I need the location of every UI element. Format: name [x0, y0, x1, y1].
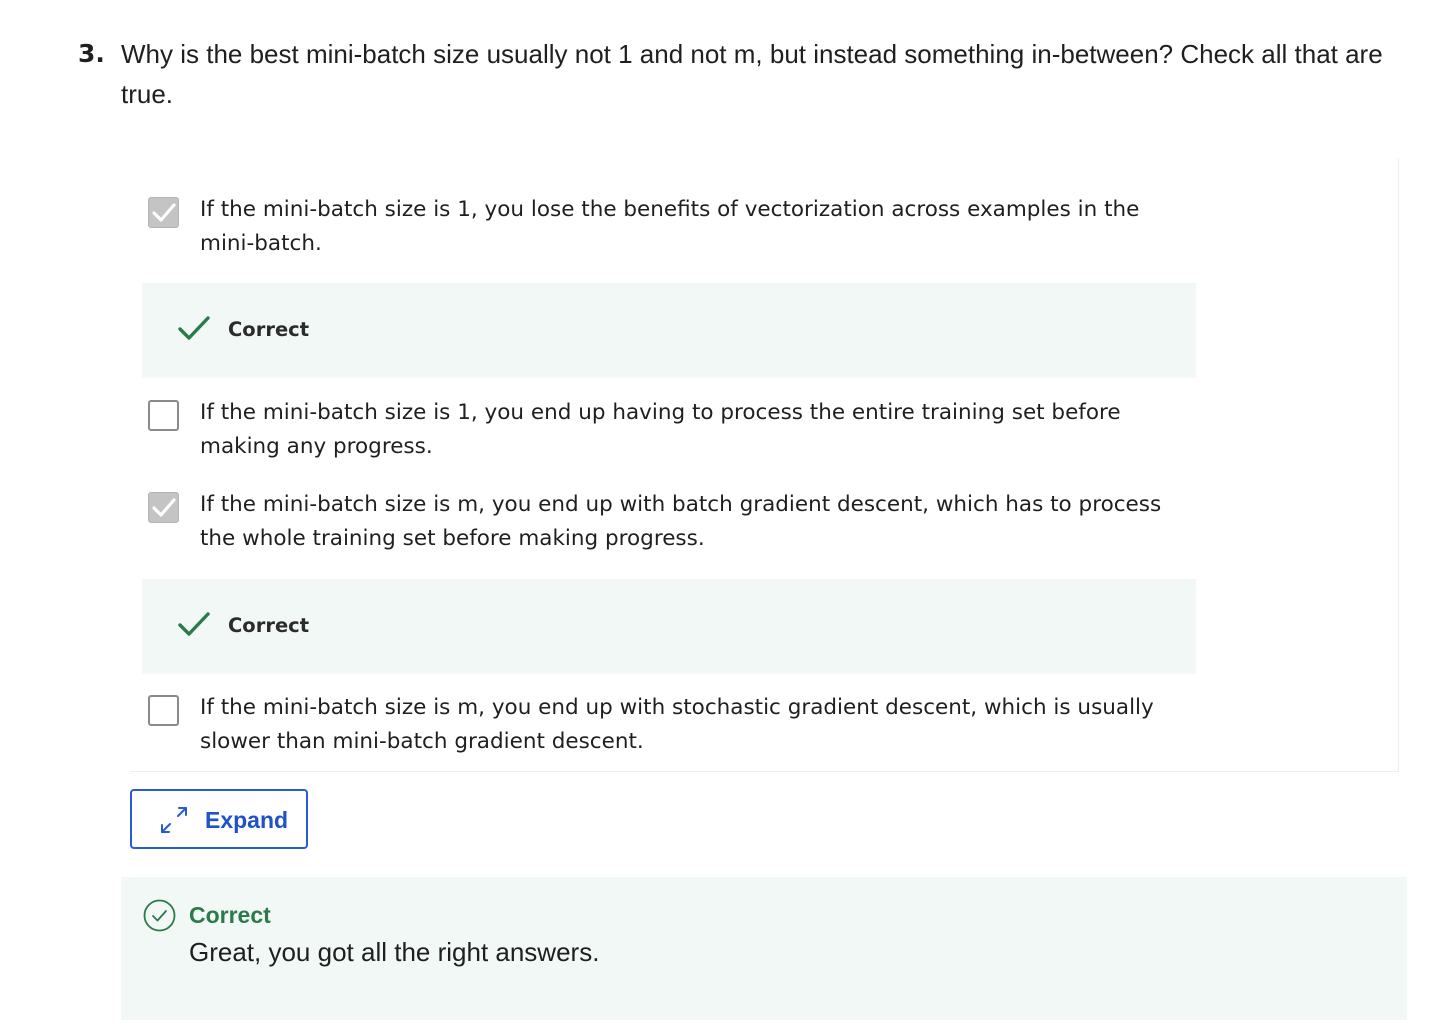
option-4-text: If the mini-batch size is m, you end up …	[200, 695, 1154, 754]
expand-button[interactable]: Expand	[130, 789, 308, 849]
question-text: Why is the best mini-batch size usually …	[121, 39, 1383, 109]
feedback-label: Correct	[228, 614, 310, 637]
check-icon	[178, 316, 210, 340]
option-4-checkbox[interactable]	[148, 695, 179, 726]
result-message: Great, you got all the right answers.	[189, 937, 600, 967]
check-icon	[178, 612, 210, 636]
option-2-checkbox[interactable]	[148, 400, 179, 431]
feedback-label: Correct	[228, 318, 310, 341]
option-1-text: If the mini-batch size is 1, you lose th…	[200, 197, 1140, 256]
option-2-text: If the mini-batch size is 1, you end up …	[200, 400, 1121, 459]
check-circle-icon	[143, 899, 176, 932]
question-number: 3.	[78, 39, 105, 68]
option-1-checkbox[interactable]	[148, 197, 179, 228]
option-1-feedback: Correct	[142, 283, 1196, 378]
result-title: Correct	[189, 902, 271, 928]
checkmark-icon	[152, 498, 176, 517]
checkmark-icon	[152, 203, 176, 222]
option-3-checkbox[interactable]	[148, 492, 179, 523]
options-panel: If the mini-batch size is 1, you lose th…	[130, 158, 1399, 772]
option-3-feedback: Correct	[142, 579, 1196, 674]
expand-button-label: Expand	[205, 807, 289, 833]
option-3-text: If the mini-batch size is m, you end up …	[200, 492, 1162, 551]
result-panel: Correct Great, you got all the right ans…	[121, 877, 1407, 1020]
expand-arrows-icon	[161, 807, 187, 833]
